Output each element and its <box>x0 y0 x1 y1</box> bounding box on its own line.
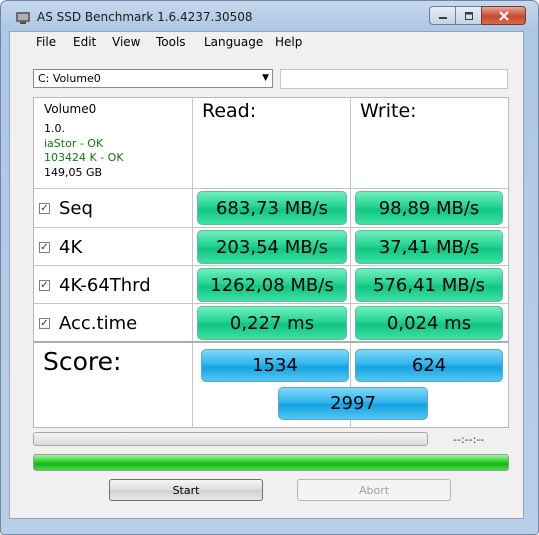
maximize-icon <box>464 11 473 20</box>
write-header: Write: <box>360 100 417 122</box>
drive-select[interactable]: C: Volume0 ▼ <box>33 69 273 88</box>
4k-checkbox[interactable]: ✓ <box>39 241 50 253</box>
chevron-down-icon: ▼ <box>262 73 269 83</box>
seq-read-value: 683,73 MB/s <box>197 191 347 225</box>
alignment-status: 103424 K - OK <box>44 151 124 164</box>
minimize-button[interactable] <box>429 6 455 25</box>
acc-time-read-value: 0,227 ms <box>197 306 347 340</box>
close-button[interactable] <box>481 6 526 25</box>
app-window: AS SSD Benchmark 1.6.4237.30508 File Edi… <box>0 0 539 535</box>
menu-bar: File Edit View Tools Language Help <box>10 32 523 52</box>
drive-select-value: C: Volume0 <box>38 72 101 85</box>
overall-progress-fill <box>34 455 508 470</box>
drive-info: Volume0 1.0. iaStor - OK 103424 K - OK 1… <box>44 102 124 180</box>
read-header: Read: <box>202 100 257 122</box>
seq-checkbox[interactable]: ✓ <box>39 202 50 214</box>
info-field <box>280 69 508 89</box>
4k-read-value: 203,54 MB/s <box>197 230 347 264</box>
row-label: 4K-64Thrd <box>59 274 151 296</box>
overall-progress-bar <box>33 454 509 471</box>
4k-64thrd-write-value: 576,41 MB/s <box>355 268 503 302</box>
total-score: 2997 <box>278 387 428 420</box>
acc-time-checkbox[interactable]: ✓ <box>39 317 50 329</box>
menu-help[interactable]: Help <box>275 35 302 49</box>
grid-divider <box>350 98 351 427</box>
results-grid: Volume0 1.0. iaStor - OK 103424 K - OK 1… <box>33 97 509 428</box>
row-label: 4K <box>59 236 83 258</box>
drive-name: Volume0 <box>44 102 97 116</box>
row-acc-time: ✓ Acc.time <box>39 304 137 342</box>
minimize-icon <box>438 16 447 19</box>
window-title: AS SSD Benchmark 1.6.4237.30508 <box>37 10 253 24</box>
test-progress-bar <box>33 432 428 446</box>
abort-button[interactable]: Abort <box>297 479 451 501</box>
title-bar[interactable]: AS SSD Benchmark 1.6.4237.30508 <box>1 1 538 31</box>
drive-version: 1.0. <box>44 122 65 135</box>
acc-time-write-value: 0,024 ms <box>355 306 503 340</box>
maximize-button[interactable] <box>455 6 481 25</box>
write-score: 624 <box>355 349 503 382</box>
grid-divider <box>192 98 193 427</box>
4k-write-value: 37,41 MB/s <box>355 230 503 264</box>
app-icon <box>16 12 30 24</box>
client-area: File Edit View Tools Language Help C: Vo… <box>9 31 524 519</box>
menu-edit[interactable]: Edit <box>73 35 96 49</box>
grid-divider <box>34 227 508 228</box>
menu-file[interactable]: File <box>36 35 56 49</box>
row-label: Acc.time <box>59 312 138 334</box>
close-icon <box>498 10 509 21</box>
score-label: Score: <box>43 347 122 376</box>
row-4k: ✓ 4K <box>39 228 82 266</box>
drive-size: 149,05 GB <box>44 165 103 179</box>
menu-view[interactable]: View <box>112 35 140 49</box>
menu-language[interactable]: Language <box>204 35 263 49</box>
driver-status: iaStor - OK <box>44 136 104 150</box>
4k-64thrd-checkbox[interactable]: ✓ <box>39 279 50 291</box>
row-seq: ✓ Seq <box>39 189 93 227</box>
grid-divider <box>34 188 508 189</box>
row-label: Seq <box>59 197 93 219</box>
menu-tools[interactable]: Tools <box>156 35 186 49</box>
elapsed-time: --:--:-- <box>453 433 485 446</box>
start-button[interactable]: Start <box>109 479 263 501</box>
4k-64thrd-read-value: 1262,08 MB/s <box>197 268 347 302</box>
seq-write-value: 98,89 MB/s <box>355 191 503 225</box>
row-4k-64thrd: ✓ 4K-64Thrd <box>39 266 151 304</box>
read-score: 1534 <box>201 349 349 382</box>
